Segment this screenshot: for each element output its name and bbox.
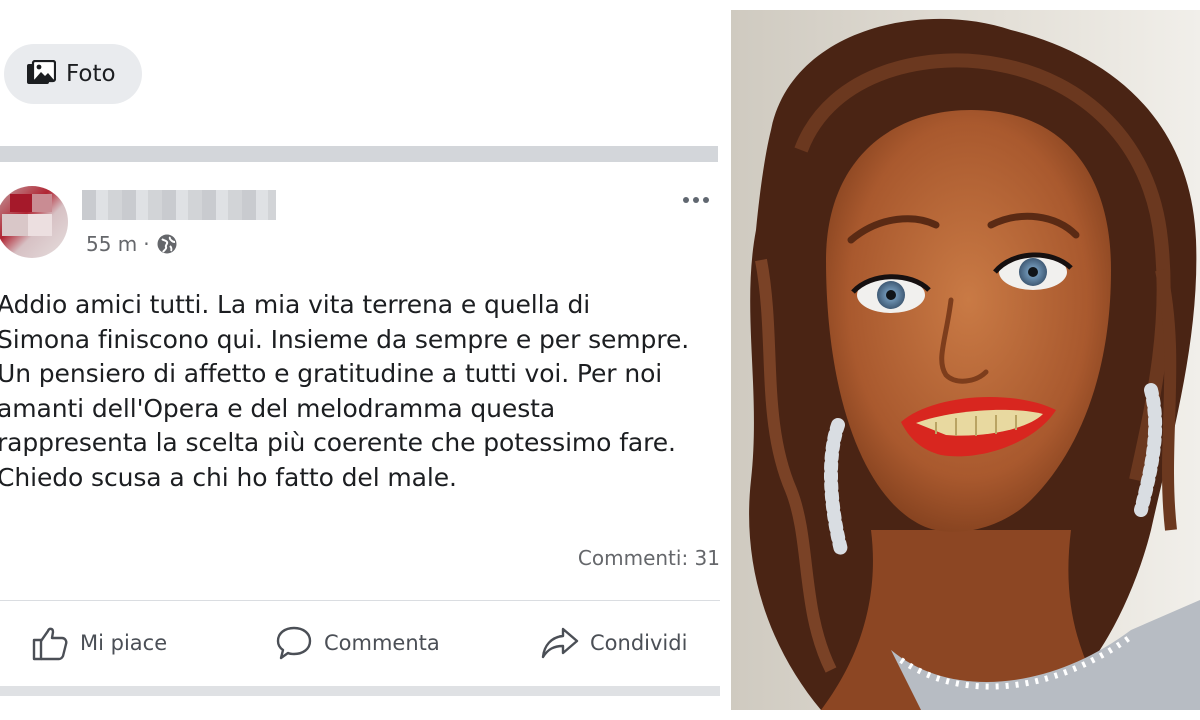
portrait-photo [731,10,1200,710]
blurred-author-name[interactable] [82,190,276,220]
meta-separator: · [143,232,150,256]
post-time[interactable]: 55 m [86,232,137,256]
speech-bubble-icon [276,626,312,660]
comment-label: Commenta [324,631,440,655]
share-label: Condividi [590,631,688,655]
comments-count[interactable]: Commenti: 31 [578,546,720,570]
photo-icon [27,60,56,84]
avatar[interactable] [0,186,68,258]
like-label: Mi piace [80,631,168,655]
like-button[interactable]: Mi piace [30,618,167,668]
thumbs-up-icon [32,627,68,661]
photo-button[interactable]: Foto [4,44,142,104]
more-dots-icon [683,197,689,203]
globe-icon [157,234,177,254]
actions-divider [0,600,720,601]
bottom-separator [0,686,720,696]
facebook-post-screenshot: Foto 55 m · Addio amici tutti. La mia vi… [0,0,720,720]
post-body: Addio amici tutti. La mia vita terrena e… [0,290,690,492]
section-separator [0,146,718,162]
post-meta: 55 m · [86,230,178,258]
share-arrow-icon [541,627,579,659]
share-button[interactable]: Condividi [540,618,687,668]
portrait-illustration [731,10,1200,710]
photo-button-label: Foto [66,61,116,87]
comment-button[interactable]: Commenta [274,618,440,668]
more-options-button[interactable] [676,188,716,212]
